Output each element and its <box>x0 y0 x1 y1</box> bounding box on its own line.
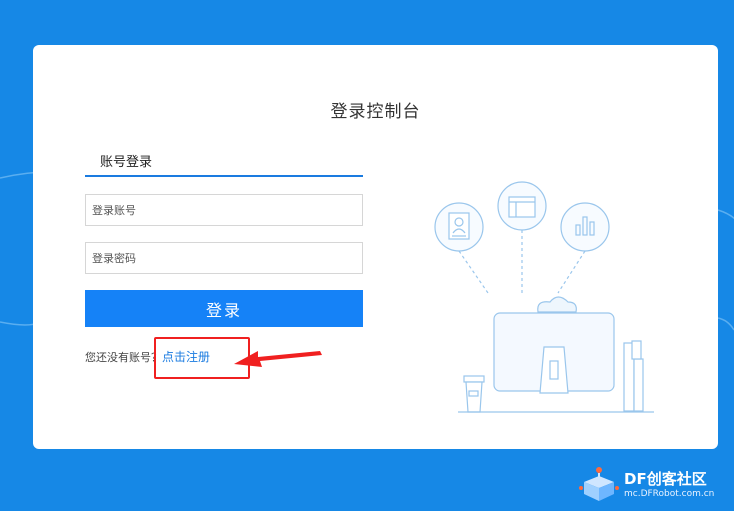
watermark-name: DF创客社区 <box>624 470 707 488</box>
tab-account-login[interactable]: 账号登录 <box>85 145 363 177</box>
robot-icon <box>579 467 619 501</box>
register-prompt: 您还没有账号？ <box>85 351 162 364</box>
account-input[interactable] <box>85 194 363 226</box>
dfrobot-watermark: DF创客社区 mc.DFRobot.com.cn <box>578 464 728 508</box>
login-button[interactable]: 登录 <box>85 290 363 327</box>
console-illustration <box>434 181 654 413</box>
login-card: 登录控制台 账号登录 登录 您还没有账号？点击注册 <box>33 45 718 449</box>
page-title: 登录控制台 <box>330 102 421 122</box>
tab-label: 账号登录 <box>100 155 153 170</box>
watermark-url: mc.DFRobot.com.cn <box>624 489 715 499</box>
annotation-arrow <box>234 351 322 367</box>
password-input[interactable] <box>85 242 363 274</box>
